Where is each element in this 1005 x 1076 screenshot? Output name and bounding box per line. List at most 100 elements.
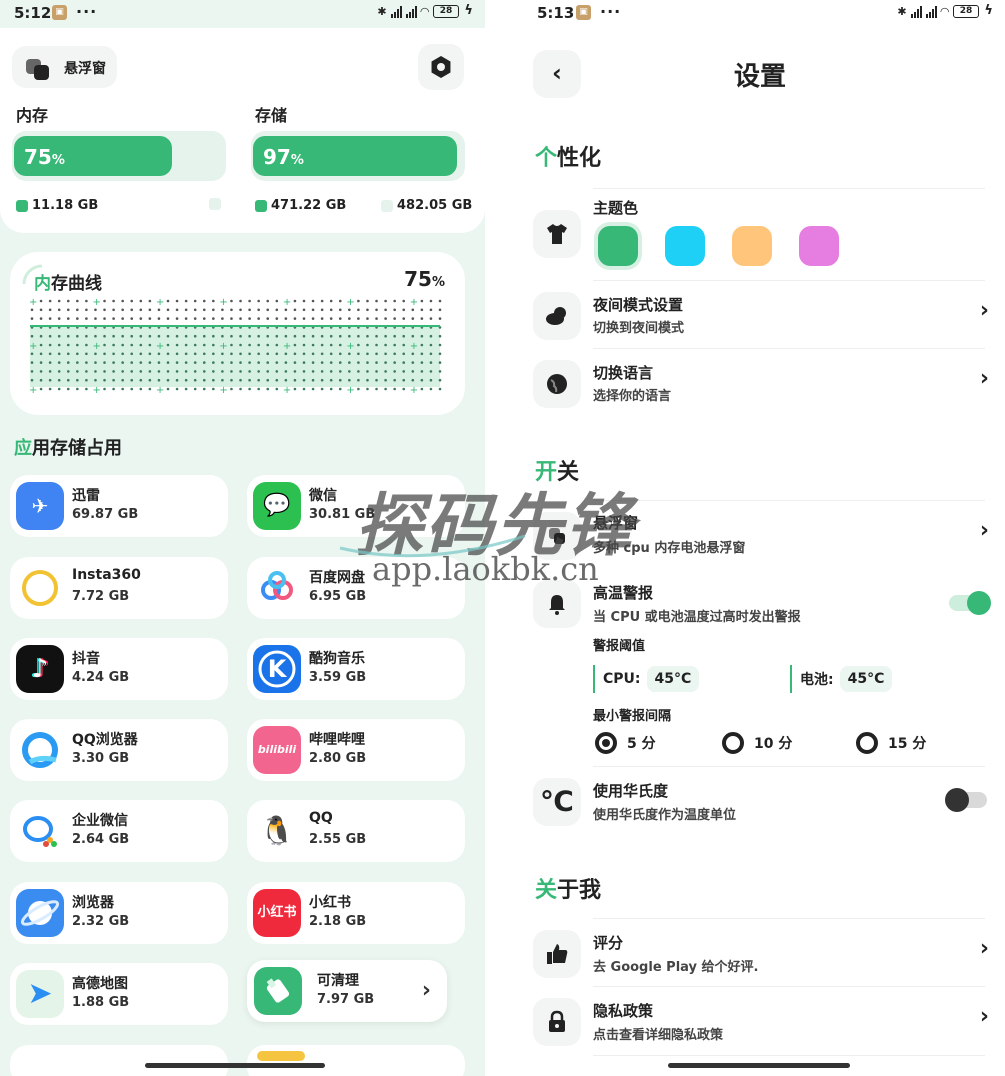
- grid-dot: [275, 378, 279, 382]
- battery-threshold[interactable]: 电池: 45°C: [790, 664, 893, 694]
- app-size: 69.87 GB: [72, 507, 139, 522]
- grid-dot: [121, 334, 124, 338]
- grid-dot: [302, 334, 306, 338]
- grid-dot: [94, 308, 97, 312]
- home-indicator[interactable]: [145, 1063, 325, 1068]
- grid-dot: [257, 387, 260, 391]
- fahrenheit-toggle[interactable]: [945, 788, 987, 812]
- app-item-browser[interactable]: 浏览器 2.32 GB: [10, 882, 228, 944]
- app-item-amap[interactable]: ➤ 高德地图 1.88 GB: [10, 963, 228, 1025]
- app-name: Insta360: [72, 567, 141, 583]
- grid-dot: [284, 334, 288, 338]
- grid-dot: [112, 370, 115, 373]
- grid-dot: [402, 317, 406, 320]
- rate-label: 评分: [593, 934, 624, 952]
- grid-dot: [166, 361, 170, 364]
- grid-dot: [248, 343, 251, 347]
- settings-button[interactable]: [418, 44, 464, 90]
- grid-dot: [438, 361, 442, 364]
- grid-dot: [130, 308, 134, 312]
- theme-swatch-green[interactable]: [598, 226, 638, 266]
- app-item-kugou[interactable]: K 酷狗音乐 3.59 GB: [247, 638, 465, 700]
- theme-swatch-pink[interactable]: [799, 226, 839, 266]
- grid-dot: [320, 352, 324, 356]
- theme-swatch-cyan[interactable]: [665, 226, 705, 266]
- grid-dot: [302, 361, 306, 364]
- grid-dot: [76, 370, 79, 373]
- night-mode-label: 夜间模式设置: [593, 296, 684, 314]
- signal-icon: [390, 5, 402, 18]
- interval-option-15[interactable]: 15 分: [856, 732, 926, 754]
- battery-threshold-value[interactable]: 45°C: [839, 666, 893, 692]
- grid-dot: [293, 352, 297, 356]
- cpu-threshold[interactable]: CPU: 45°C: [593, 664, 700, 694]
- language-row[interactable]: 切换语言 选择你的语言 ›: [515, 350, 1005, 416]
- app-item-qq-browser[interactable]: QQ浏览器 3.30 GB: [10, 719, 228, 781]
- interval-option-label: 5 分: [627, 736, 656, 752]
- cleanable-button[interactable]: 可清理 7.97 GB ›: [247, 960, 447, 1022]
- grid-dot: [420, 378, 424, 382]
- divider: [593, 280, 985, 281]
- interval-label: 最小警报间隔: [593, 709, 672, 724]
- privacy-label: 隐私政策: [593, 1002, 654, 1020]
- grid-dot: [438, 343, 442, 347]
- temp-alert-toggle[interactable]: [949, 591, 991, 615]
- app-item-douyin[interactable]: ♪ 抖音 4.24 GB: [10, 638, 228, 700]
- app-item-insta360[interactable]: Insta360 7.72 GB: [10, 557, 228, 619]
- app-item-qq[interactable]: 🐧 QQ 2.55 GB: [247, 800, 465, 862]
- grid-dot: [266, 387, 270, 391]
- privacy-row[interactable]: 隐私政策 点击查看详细隐私政策 ›: [515, 988, 1005, 1054]
- floating-window-icon-front: [34, 65, 49, 80]
- grid-dot: [320, 343, 324, 347]
- grid-dot: [438, 299, 442, 303]
- grid-marker: +: [92, 297, 100, 308]
- floating-window-button[interactable]: 悬浮窗: [12, 46, 117, 88]
- app-item-wecom[interactable]: 企业微信 2.64 GB: [10, 800, 228, 862]
- grid-dot: [94, 361, 97, 364]
- app-name: 百度网盘: [309, 570, 365, 586]
- grid-dot: [338, 352, 342, 356]
- grid-dot: [311, 343, 315, 347]
- grid-marker: +: [219, 341, 227, 352]
- app-item-xiaohongshu[interactable]: 小红书 小红书 2.18 GB: [247, 882, 465, 944]
- app-item-partial[interactable]: [10, 1045, 228, 1076]
- grid-dot: [76, 334, 79, 338]
- grid-dot: [221, 378, 224, 382]
- grid-dot: [230, 343, 233, 347]
- interval-option-5[interactable]: 5 分: [595, 732, 656, 754]
- grid-dot: [112, 343, 115, 347]
- memory-free-legend: [209, 198, 221, 210]
- grid-dot: [193, 361, 197, 364]
- grid-dot: [311, 352, 315, 356]
- theme-swatch-orange[interactable]: [732, 226, 772, 266]
- status-bar: 5:12 ▣ ··· ✱ ◠ 28 ϟ: [0, 0, 485, 28]
- lock-icon: [533, 998, 581, 1046]
- grid-dot: [239, 370, 242, 373]
- app-size: 2.32 GB: [72, 914, 130, 929]
- accent-bar: [593, 665, 595, 693]
- qq-browser-icon: [16, 726, 64, 774]
- grid-dot: [293, 378, 297, 382]
- grid-dot: [148, 308, 152, 312]
- grid-dot: [30, 361, 34, 364]
- interval-option-10[interactable]: 10 分: [722, 732, 792, 754]
- grid-dot: [57, 378, 61, 382]
- grid-dot: [366, 343, 369, 347]
- battery-icon: 28: [953, 5, 979, 18]
- app-name: 企业微信: [72, 813, 128, 829]
- app-item-xunlei[interactable]: ✈ 迅雷 69.87 GB: [10, 475, 228, 537]
- rate-row[interactable]: 评分 去 Google Play 给个好评. ›: [515, 920, 1005, 986]
- cpu-threshold-value[interactable]: 45°C: [646, 666, 700, 692]
- storage-percent: 97%: [263, 145, 304, 169]
- celsius-icon: ℃: [533, 778, 581, 826]
- grid-dot: [311, 361, 315, 364]
- grid-dot: [329, 370, 333, 373]
- app-item-bilibili[interactable]: bilibili 哔哩哔哩 2.80 GB: [247, 719, 465, 781]
- night-mode-row[interactable]: 夜间模式设置 切换到夜间模式 ›: [515, 282, 1005, 348]
- app-item-partial[interactable]: [247, 1045, 465, 1076]
- toggle-knob: [967, 591, 991, 615]
- grid-dot: [175, 299, 179, 303]
- home-indicator[interactable]: [668, 1063, 850, 1068]
- app-name: 微信: [309, 488, 337, 504]
- grid-dot: [366, 370, 369, 373]
